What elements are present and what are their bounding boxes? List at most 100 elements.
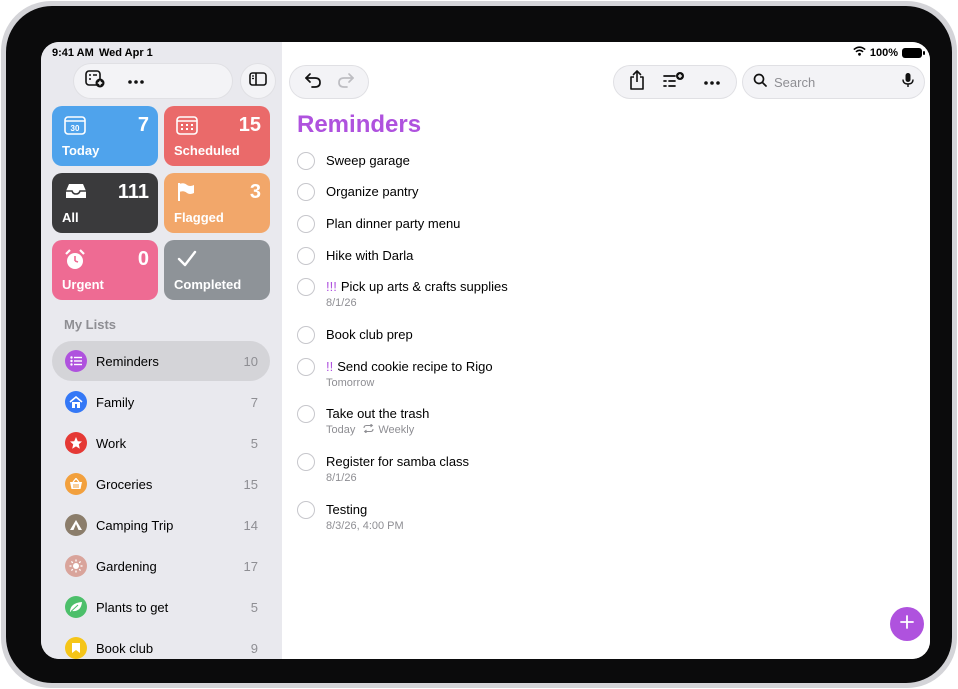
status-right: 100% — [853, 46, 925, 59]
tile-today[interactable]: 30 7 Today — [52, 106, 158, 166]
svg-text:30: 30 — [71, 124, 80, 133]
status-bar: 9:41 AM Wed Apr 1 100% — [41, 42, 930, 64]
share-icon[interactable] — [629, 69, 645, 95]
sidebar-toggle-button[interactable] — [241, 64, 275, 98]
reminder-date: Today Weekly — [326, 423, 415, 436]
tile-urgent[interactable]: 0 Urgent — [52, 240, 158, 300]
sidebar-item-book-club[interactable]: Book club 9 — [52, 628, 270, 659]
complete-checkbox[interactable] — [297, 215, 315, 233]
date-text: 8/1/26 — [326, 297, 357, 309]
undo-redo-group — [290, 66, 368, 98]
sidebar-item-reminders[interactable]: Reminders 10 — [52, 341, 270, 381]
sidebar-item-work[interactable]: Work 5 — [52, 423, 270, 463]
new-list-icon[interactable] — [85, 69, 105, 93]
new-reminder-button[interactable] — [890, 607, 924, 641]
calendar-today-icon: 30 — [64, 115, 86, 140]
checkmark-icon — [176, 249, 198, 274]
complete-checkbox[interactable] — [297, 453, 315, 471]
complete-checkbox[interactable] — [297, 326, 315, 344]
sidebar-item-camping-trip[interactable]: Camping Trip 14 — [52, 505, 270, 545]
reminder-title[interactable]: Plan dinner party menu — [326, 216, 460, 231]
sun-icon — [65, 555, 87, 577]
date-text: Today — [326, 424, 356, 436]
list-count: 17 — [243, 559, 258, 574]
reminder-title[interactable]: Sweep garage — [326, 153, 410, 168]
complete-checkbox[interactable] — [297, 358, 315, 376]
screen: 30 7 Today 15 Scheduled 111 All 3 Flagge… — [41, 42, 930, 659]
complete-checkbox[interactable] — [297, 183, 315, 201]
reminder-title[interactable]: !!! Pick up arts & crafts supplies — [326, 279, 508, 294]
reminder-date: 8/1/26 — [326, 297, 357, 309]
list-count: 7 — [250, 395, 258, 410]
tile-label: Scheduled — [174, 143, 240, 158]
complete-checkbox[interactable] — [297, 152, 315, 170]
leaf-icon — [65, 596, 87, 618]
reminder-date: 8/3/26, 4:00 PM — [326, 520, 404, 532]
main-content: Search Reminders Sweep garage Organize p… — [282, 42, 930, 659]
date-text: Tomorrow — [326, 377, 375, 389]
sidebar-item-plants-to-get[interactable]: Plants to get 5 — [52, 587, 270, 627]
more-icon[interactable] — [703, 73, 721, 91]
flag-icon — [176, 182, 196, 207]
sidebar-item-gardening[interactable]: Gardening 17 — [52, 546, 270, 586]
tile-scheduled[interactable]: 15 Scheduled — [164, 106, 270, 166]
tray-icon — [64, 182, 88, 205]
list-label: Groceries — [96, 477, 153, 492]
battery-percent: 100% — [869, 46, 898, 59]
calendar-grid-icon — [176, 115, 198, 140]
more-options-icon[interactable] — [127, 72, 145, 90]
page-title: Reminders — [297, 111, 422, 138]
tile-count: 7 — [137, 114, 149, 136]
tile-all[interactable]: 111 All — [52, 173, 158, 233]
basket-icon — [65, 473, 87, 495]
sidebar-item-groceries[interactable]: Groceries 15 — [52, 464, 270, 504]
tile-count: 0 — [137, 248, 149, 270]
reminder-title[interactable]: Testing — [326, 502, 367, 517]
list-count: 10 — [243, 354, 258, 369]
list-count: 15 — [243, 477, 258, 492]
reminder-title[interactable]: Organize pantry — [326, 184, 419, 199]
list-bullet-icon — [65, 350, 87, 372]
ipad-bezel: 30 7 Today 15 Scheduled 111 All 3 Flagge… — [6, 6, 952, 683]
complete-checkbox[interactable] — [297, 405, 315, 423]
list-count: 5 — [250, 600, 258, 615]
house-icon — [65, 391, 87, 413]
ipad-frame: 30 7 Today 15 Scheduled 111 All 3 Flagge… — [1, 1, 957, 688]
sidebar: 30 7 Today 15 Scheduled 111 All 3 Flagge… — [41, 42, 282, 659]
reminder-title-text: Send cookie recipe to Rigo — [337, 359, 493, 374]
date-text: 8/3/26, 4:00 PM — [326, 520, 404, 532]
complete-checkbox[interactable] — [297, 278, 315, 296]
complete-checkbox[interactable] — [297, 501, 315, 519]
add-section-icon[interactable] — [663, 71, 685, 93]
search-field[interactable]: Search — [743, 66, 924, 98]
search-icon — [753, 73, 767, 92]
reminder-title-text: Pick up arts & crafts supplies — [340, 279, 508, 294]
tile-count: 111 — [117, 181, 149, 203]
priority-marker: !! — [326, 359, 334, 374]
undo-icon[interactable] — [304, 72, 322, 93]
tile-count: 15 — [238, 114, 261, 136]
reminder-date: Tomorrow — [326, 377, 374, 389]
reminder-title[interactable]: Book club prep — [326, 327, 413, 342]
sidebar-item-family[interactable]: Family 7 — [52, 382, 270, 422]
tile-label: Today — [62, 143, 100, 158]
complete-checkbox[interactable] — [297, 247, 315, 265]
reminder-title[interactable]: Take out the trash — [326, 406, 429, 421]
list-label: Reminders — [96, 354, 159, 369]
reminder-title[interactable]: !! Send cookie recipe to Rigo — [326, 359, 493, 374]
reminder-title[interactable]: Hike with Darla — [326, 248, 413, 263]
tent-icon — [65, 514, 87, 536]
tile-completed[interactable]: Completed — [164, 240, 270, 300]
sidebar-toolbar — [74, 64, 232, 98]
priority-marker: !!! — [326, 279, 337, 294]
reminder-title[interactable]: Register for samba class — [326, 454, 469, 469]
date-text: 8/1/26 — [326, 472, 357, 484]
plus-icon — [900, 614, 914, 634]
microphone-icon[interactable] — [902, 72, 914, 93]
action-toolbar — [614, 66, 736, 98]
repeat-text: Weekly — [378, 424, 415, 436]
repeat-icon — [363, 423, 374, 436]
tile-flagged[interactable]: 3 Flagged — [164, 173, 270, 233]
redo-icon[interactable] — [337, 72, 355, 93]
star-icon — [65, 432, 87, 454]
